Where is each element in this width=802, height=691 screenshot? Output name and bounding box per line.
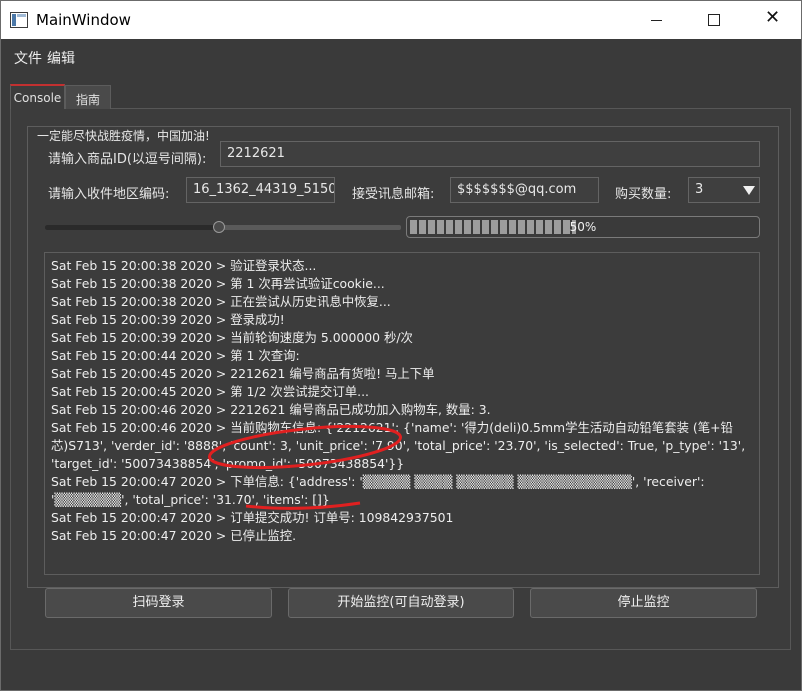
product-id-input[interactable]: 2212621 bbox=[220, 141, 760, 167]
window-title: MainWindow bbox=[36, 11, 131, 29]
tab-guide[interactable]: 指南 bbox=[65, 85, 111, 109]
minimize-button[interactable] bbox=[627, 1, 685, 39]
log-line: Sat Feb 15 20:00:46 2020 > 2212621 编号商品已… bbox=[51, 402, 491, 417]
maximize-icon bbox=[708, 14, 720, 26]
title-bar: MainWindow ✕ bbox=[1, 1, 801, 39]
menu-edit[interactable]: 编辑 bbox=[47, 48, 75, 68]
tab-console[interactable]: Console bbox=[10, 84, 65, 109]
log-line: Sat Feb 15 20:00:39 2020 > 登录成功! bbox=[51, 312, 285, 327]
speed-slider-handle[interactable] bbox=[213, 221, 225, 233]
log-line: Sat Feb 15 20:00:47 2020 > 订单提交成功! 订单号: … bbox=[51, 510, 454, 525]
close-icon: ✕ bbox=[765, 7, 781, 28]
email-input[interactable]: $$$$$$$@qq.com bbox=[450, 177, 599, 203]
close-button[interactable]: ✕ bbox=[743, 1, 801, 39]
menu-file[interactable]: 文件 bbox=[14, 48, 42, 68]
chevron-down-icon[interactable] bbox=[743, 186, 755, 195]
console-log[interactable]: Sat Feb 15 20:00:38 2020 > 验证登录状态... Sat… bbox=[44, 252, 760, 575]
log-line: Sat Feb 15 20:00:47 2020 > 已停止监控. bbox=[51, 528, 297, 543]
start-monitor-button[interactable]: 开始监控(可自动登录) bbox=[288, 588, 514, 618]
speed-slider-fill bbox=[45, 225, 219, 230]
log-line: Sat Feb 15 20:00:44 2020 > 第 1 次查询: bbox=[51, 348, 300, 363]
log-line: Sat Feb 15 20:00:46 2020 > 当前购物车信息: {'22… bbox=[51, 420, 746, 471]
area-code-label: 请输入收件地区编码: bbox=[48, 187, 170, 202]
log-line: Sat Feb 15 20:00:45 2020 > 第 1/2 次尝试提交订单… bbox=[51, 384, 369, 399]
stop-monitor-button[interactable]: 停止监控 bbox=[530, 588, 757, 618]
minimize-icon bbox=[651, 20, 662, 21]
log-line: Sat Feb 15 20:00:38 2020 > 正在尝试从历史讯息中恢复.… bbox=[51, 294, 391, 309]
group-title: 一定能尽快战胜疫情，中国加油! bbox=[35, 127, 212, 144]
app-window-icon bbox=[10, 12, 28, 28]
email-label: 接受讯息邮箱: bbox=[352, 187, 435, 202]
product-id-label: 请输入商品ID(以逗号间隔): bbox=[48, 152, 207, 167]
menu-bar: 文件 编辑 bbox=[1, 39, 801, 73]
scan-login-button[interactable]: 扫码登录 bbox=[45, 588, 272, 618]
log-line: Sat Feb 15 20:00:45 2020 > 2212621 编号商品有… bbox=[51, 366, 435, 381]
log-line: Sat Feb 15 20:00:38 2020 > 验证登录状态... bbox=[51, 258, 317, 273]
area-code-input[interactable]: 16_1362_44319_51500 bbox=[186, 177, 335, 203]
log-line: Sat Feb 15 20:00:38 2020 > 第 1 次再尝试验证coo… bbox=[51, 276, 385, 291]
maximize-button[interactable] bbox=[685, 1, 743, 39]
quantity-label: 购买数量: bbox=[615, 187, 672, 202]
progress-text: 50% bbox=[569, 220, 597, 234]
progress-bar: 50% bbox=[406, 216, 760, 238]
log-line: Sat Feb 15 20:00:39 2020 > 当前轮询速度为 5.000… bbox=[51, 330, 413, 345]
log-line: Sat Feb 15 20:00:47 2020 > 下单信息: {'addre… bbox=[51, 474, 705, 507]
